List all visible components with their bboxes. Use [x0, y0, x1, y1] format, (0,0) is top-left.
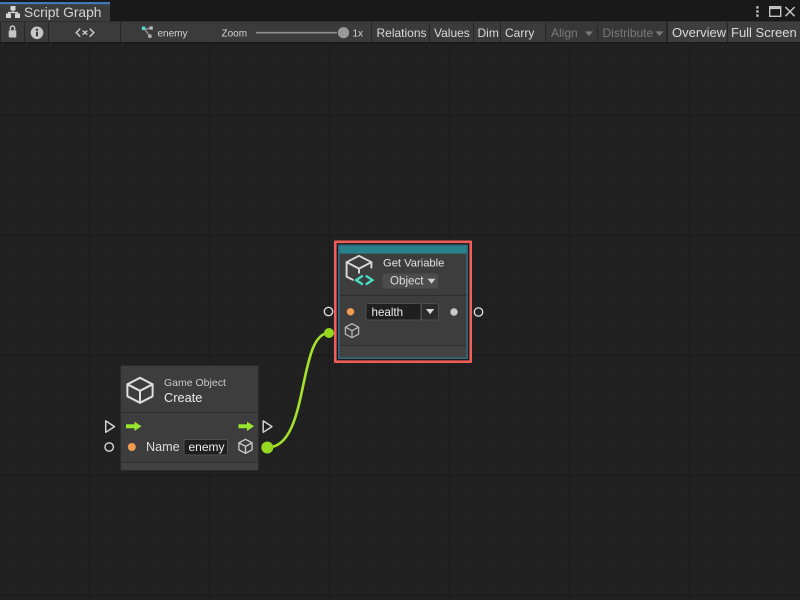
svg-text:Get Variable: Get Variable: [383, 258, 444, 270]
svg-text:Script Graph: Script Graph: [24, 5, 101, 20]
svg-text:health: health: [372, 306, 404, 319]
svg-text:Values: Values: [434, 26, 470, 40]
svg-text:Dim: Dim: [478, 26, 499, 40]
svg-text:enemy: enemy: [189, 440, 225, 454]
svg-text:1x: 1x: [353, 28, 364, 39]
svg-text:Align: Align: [551, 26, 578, 40]
svg-text:enemy: enemy: [158, 28, 188, 39]
svg-text:Name: Name: [146, 440, 180, 454]
svg-text:Zoom: Zoom: [222, 28, 248, 39]
svg-text:Overview: Overview: [672, 25, 727, 40]
svg-text:Create: Create: [164, 390, 202, 405]
svg-text:Carry: Carry: [505, 26, 534, 40]
svg-text:Relations: Relations: [377, 26, 427, 40]
svg-text:Distribute: Distribute: [603, 26, 654, 40]
svg-text:Game Object: Game Object: [164, 377, 226, 389]
svg-text:Object: Object: [390, 275, 424, 288]
svg-text:Full Screen: Full Screen: [731, 25, 797, 40]
